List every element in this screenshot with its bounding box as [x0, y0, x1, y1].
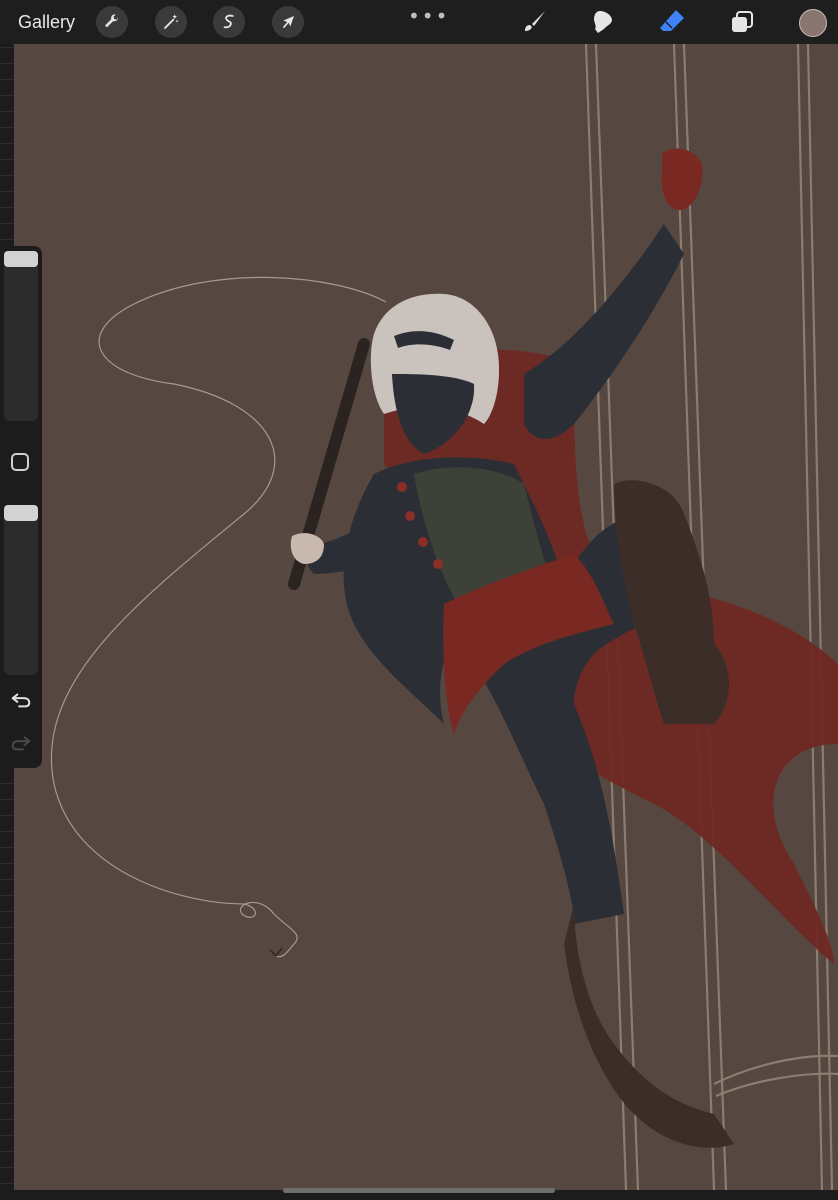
transform-button[interactable]	[272, 6, 304, 38]
magic-wand-icon	[164, 14, 179, 29]
undo-button[interactable]	[10, 689, 32, 711]
redo-button[interactable]	[10, 732, 32, 754]
top-toolbar: Gallery •••	[0, 0, 838, 44]
selection-icon	[223, 14, 234, 29]
smudge-tool[interactable]	[586, 6, 618, 38]
brush-tool[interactable]	[518, 6, 550, 38]
wrench-icon	[105, 14, 119, 27]
adjustments-button[interactable]	[155, 6, 187, 38]
undo-icon	[11, 693, 31, 708]
color-picker-swatch[interactable]	[799, 9, 827, 37]
eraser-tool[interactable]	[656, 6, 688, 38]
gallery-button[interactable]: Gallery	[18, 12, 75, 33]
eraser-icon	[660, 10, 684, 31]
arrow-cursor-icon	[282, 16, 294, 28]
fishing-line	[50, 276, 387, 958]
raised-glove	[661, 148, 703, 211]
actions-button[interactable]	[96, 6, 128, 38]
layers-icon	[732, 11, 753, 32]
selection-button[interactable]	[213, 6, 245, 38]
hook-mark	[269, 947, 283, 957]
smudge-icon	[594, 11, 612, 33]
home-indicator[interactable]	[283, 1188, 555, 1193]
opacity-thumb[interactable]	[4, 505, 38, 521]
drawing-canvas[interactable]	[14, 44, 838, 1190]
opacity-slider[interactable]	[4, 505, 38, 675]
brush-size-slider[interactable]	[4, 251, 38, 421]
layers-tool[interactable]	[726, 6, 758, 38]
redo-icon	[11, 736, 31, 751]
modify-button[interactable]	[11, 453, 29, 471]
artwork	[50, 44, 838, 1190]
brush-icon	[525, 11, 545, 31]
brush-size-thumb[interactable]	[4, 251, 38, 267]
more-options-button[interactable]: •••	[408, 4, 449, 28]
side-toolbar	[0, 246, 42, 768]
